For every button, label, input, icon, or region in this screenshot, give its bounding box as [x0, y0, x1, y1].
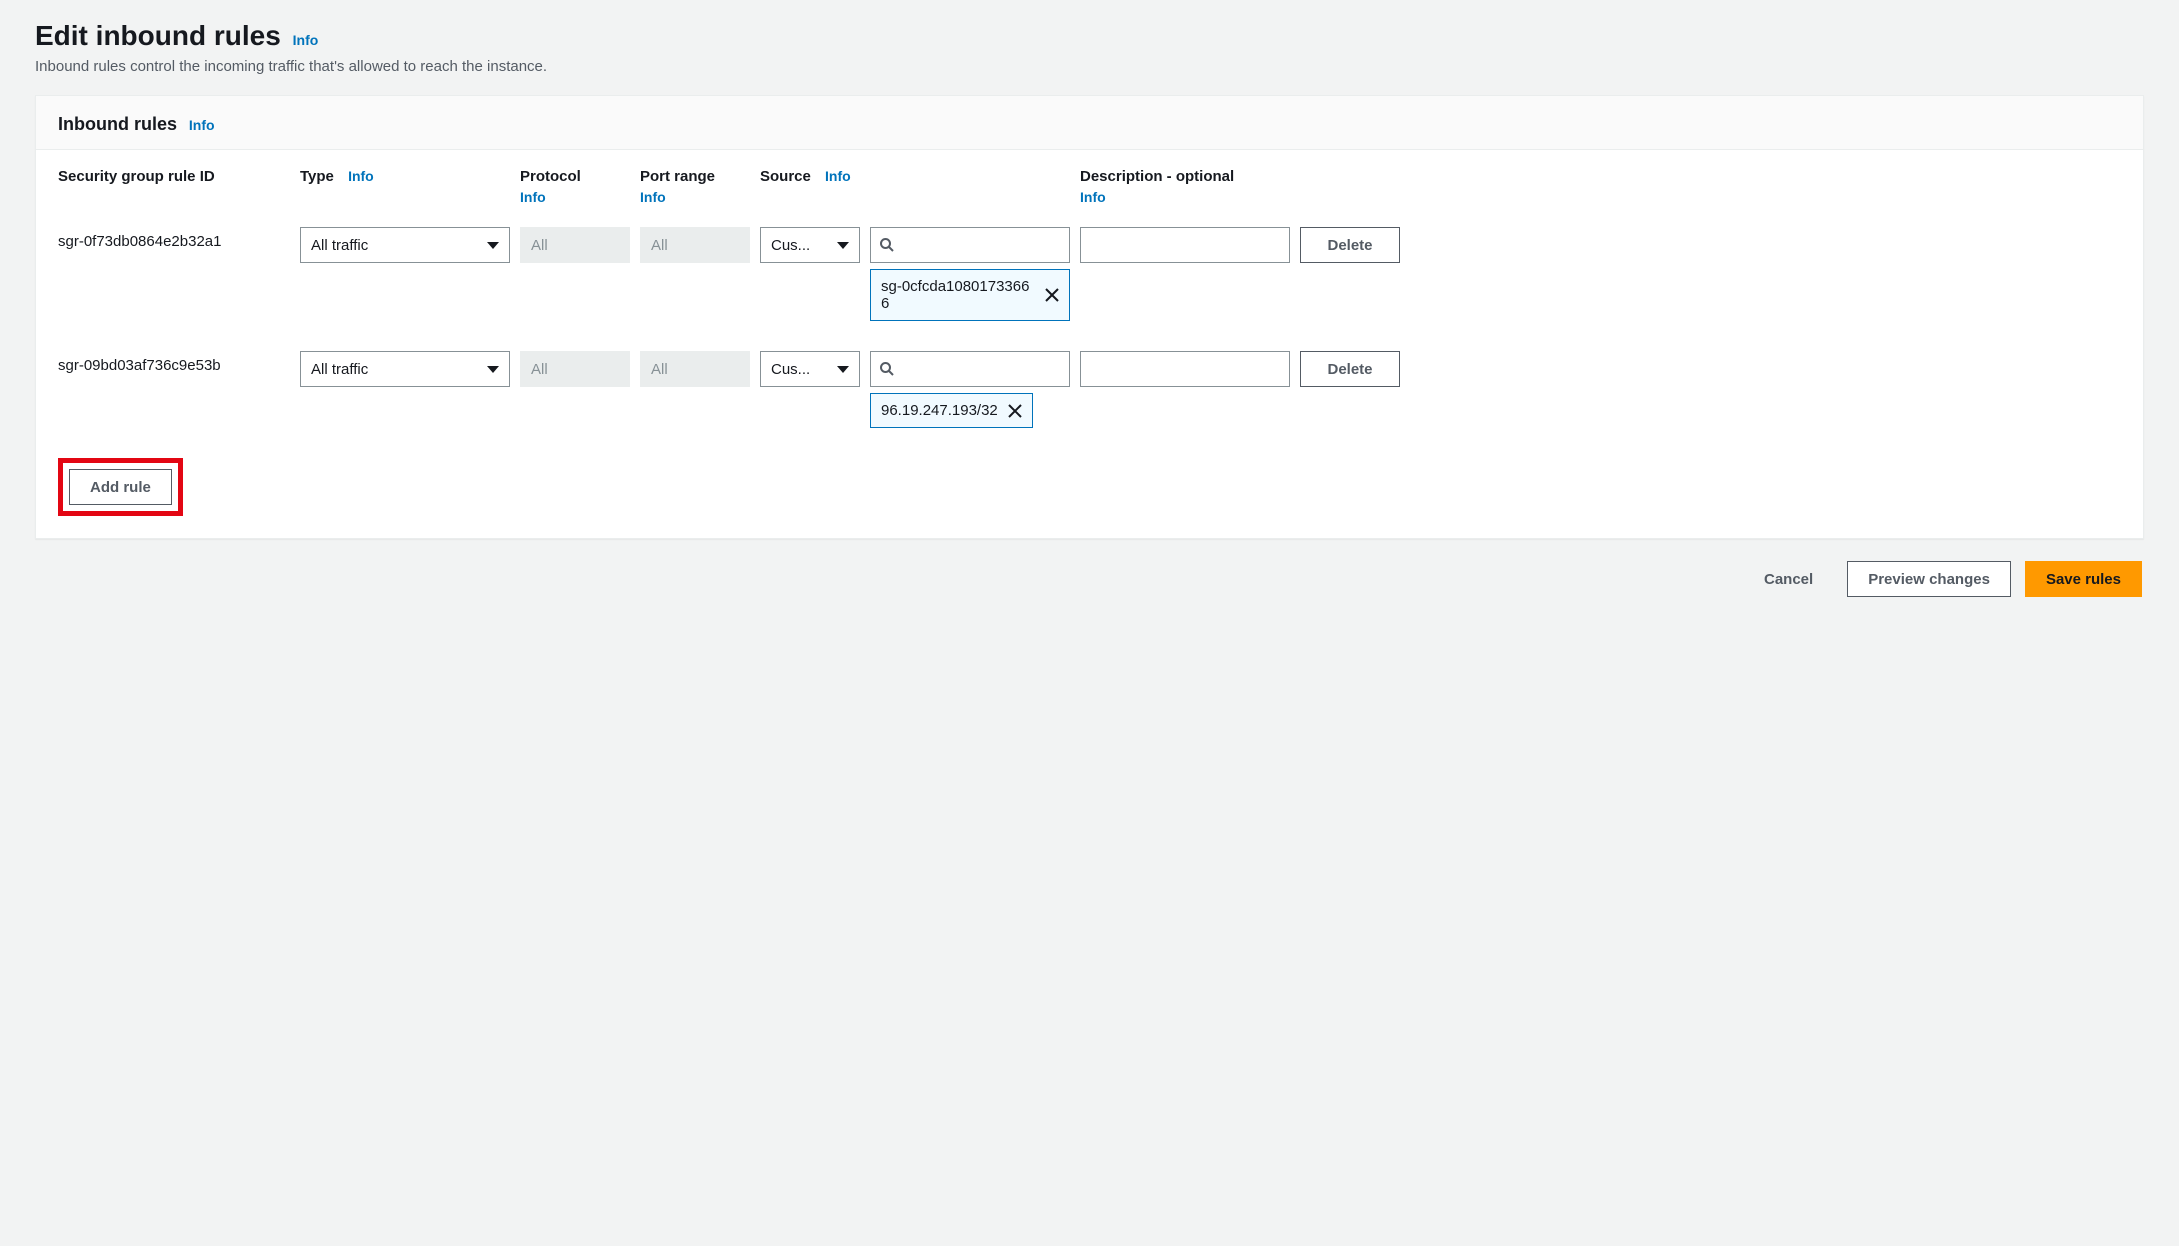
description-info-link[interactable]: Info — [1080, 189, 1106, 205]
caret-down-icon — [837, 366, 849, 373]
delete-rule-button[interactable]: Delete — [1300, 227, 1400, 263]
source-token: sg-0cfcda10801733666 — [870, 269, 1070, 321]
source-mode-value: Cus... — [771, 361, 810, 378]
page-header: Edit inbound rules Info Inbound rules co… — [35, 20, 2144, 75]
inbound-rules-panel: Inbound rules Info Security group rule I… — [35, 95, 2144, 539]
cancel-button[interactable]: Cancel — [1744, 561, 1833, 597]
preview-changes-button[interactable]: Preview changes — [1847, 561, 2011, 597]
rules-table: Security group rule ID Type Info Protoco… — [58, 168, 2121, 436]
protocol-value: All — [531, 361, 548, 378]
col-header-rule-id: Security group rule ID — [58, 168, 290, 189]
col-header-protocol: Protocol — [520, 168, 630, 189]
add-rule-button[interactable]: Add rule — [69, 469, 172, 505]
source-mode-select[interactable]: Cus... — [760, 351, 860, 387]
rule-id-cell: sgr-0f73db0864e2b32a1 — [58, 219, 290, 250]
description-input[interactable] — [1080, 227, 1290, 263]
port-field: All — [640, 227, 750, 263]
port-field: All — [640, 351, 750, 387]
panel-title: Inbound rules — [58, 114, 177, 134]
port-value: All — [651, 361, 668, 378]
source-token-value: sg-0cfcda10801733666 — [881, 278, 1035, 312]
search-icon — [879, 237, 895, 253]
col-header-port: Port range — [640, 168, 750, 189]
close-icon[interactable] — [1008, 404, 1022, 418]
protocol-value: All — [531, 237, 548, 254]
search-icon — [879, 361, 895, 377]
rule-id-cell: sgr-09bd03af736c9e53b — [58, 343, 290, 374]
page-subtitle: Inbound rules control the incoming traff… — [35, 58, 2144, 75]
source-mode-select[interactable]: Cus... — [760, 227, 860, 263]
delete-rule-button[interactable]: Delete — [1300, 351, 1400, 387]
protocol-field: All — [520, 351, 630, 387]
add-rule-highlight: Add rule — [58, 458, 183, 516]
source-token: 96.19.247.193/32 — [870, 393, 1033, 428]
panel-header: Inbound rules Info — [36, 96, 2143, 150]
source-info-link[interactable]: Info — [825, 168, 851, 184]
page-info-link[interactable]: Info — [293, 32, 319, 48]
panel-info-link[interactable]: Info — [189, 117, 215, 133]
source-token-value: 96.19.247.193/32 — [881, 402, 998, 419]
source-mode-value: Cus... — [771, 237, 810, 254]
save-rules-button[interactable]: Save rules — [2025, 561, 2142, 597]
type-info-link[interactable]: Info — [348, 168, 374, 184]
port-info-link[interactable]: Info — [640, 189, 666, 205]
description-input[interactable] — [1080, 351, 1290, 387]
page-title: Edit inbound rules — [35, 20, 281, 51]
port-value: All — [651, 237, 668, 254]
type-select-value: All traffic — [311, 361, 368, 378]
col-header-type: Type Info — [300, 168, 510, 189]
footer-actions: Cancel Preview changes Save rules — [35, 561, 2144, 597]
source-search-input[interactable] — [870, 227, 1070, 263]
type-select[interactable]: All traffic — [300, 351, 510, 387]
protocol-info-link[interactable]: Info — [520, 189, 546, 205]
source-search-input[interactable] — [870, 351, 1070, 387]
col-header-source: Source Info — [760, 168, 860, 189]
col-header-type-label: Type — [300, 168, 334, 185]
caret-down-icon — [487, 242, 499, 249]
col-header-source-label: Source — [760, 168, 811, 185]
caret-down-icon — [487, 366, 499, 373]
protocol-field: All — [520, 227, 630, 263]
col-header-description: Description - optional — [1080, 168, 1290, 189]
caret-down-icon — [837, 242, 849, 249]
panel-body: Security group rule ID Type Info Protoco… — [36, 150, 2143, 538]
close-icon[interactable] — [1045, 288, 1059, 302]
type-select[interactable]: All traffic — [300, 227, 510, 263]
type-select-value: All traffic — [311, 237, 368, 254]
